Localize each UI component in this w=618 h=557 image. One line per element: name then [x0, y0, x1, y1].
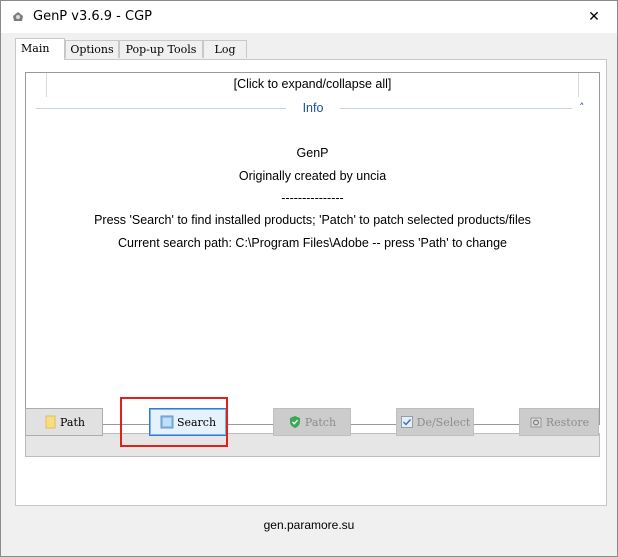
tab-popup-tools-label: Pop-up Tools [125, 43, 197, 56]
restore-button-label: Restore [545, 415, 590, 429]
info-line-credit: Originally created by uncia [238, 169, 387, 183]
close-button[interactable]: ✕ [571, 1, 617, 33]
title-bar[interactable]: GenP v3.6.9 - CGP ✕ [1, 1, 617, 33]
info-line-instructions: Press 'Search' to find installed product… [94, 213, 531, 227]
search-highlight-annotation [120, 397, 228, 447]
info-divider-right [340, 108, 572, 109]
path-button[interactable]: Path [25, 408, 103, 436]
tab-main[interactable]: Main [15, 38, 65, 60]
tab-strip: Main Options Pop-up Tools Log [15, 38, 605, 60]
tab-main-label: Main [21, 42, 50, 55]
progress-bar [25, 433, 600, 457]
close-icon: ✕ [588, 9, 600, 25]
deselect-button-label: De/Select [416, 415, 471, 429]
info-section-header[interactable]: Info [288, 101, 338, 115]
shield-check-icon [289, 416, 300, 428]
file-icon [45, 415, 56, 429]
info-line-separator: --------------- [281, 191, 344, 205]
patch-button-label: Patch [304, 415, 337, 429]
tab-popup-tools[interactable]: Pop-up Tools [119, 40, 203, 58]
info-tree-view[interactable]: [Click to expand/collapse all] Info ˄ Ge… [25, 72, 600, 425]
deselect-button[interactable]: De/Select [396, 408, 474, 436]
tab-log[interactable]: Log [203, 40, 247, 58]
main-tab-panel: [Click to expand/collapse all] Info ˄ Ge… [15, 59, 607, 506]
path-button-label: Path [60, 415, 85, 429]
info-divider-left [36, 108, 286, 109]
restore-button[interactable]: Restore [519, 408, 599, 436]
window-title: GenP v3.6.9 - CGP [33, 9, 152, 24]
tab-options[interactable]: Options [65, 40, 119, 58]
checkbox-icon [400, 416, 413, 428]
restore-icon [530, 417, 542, 428]
patch-button[interactable]: Patch [273, 408, 351, 436]
expand-collapse-all-link[interactable]: [Click to expand/collapse all] [26, 77, 599, 91]
app-icon [13, 12, 23, 21]
info-line-title: GenP [296, 146, 329, 160]
footer-website-link[interactable]: gen.paramore.su [1, 518, 617, 532]
info-line-search-path: Current search path: C:\Program Files\Ad… [118, 236, 507, 250]
app-window: GenP v3.6.9 - CGP ✕ Main Options Pop-up … [0, 0, 618, 557]
tab-options-label: Options [70, 43, 114, 56]
tab-log-label: Log [214, 43, 236, 56]
chevron-up-icon[interactable]: ˄ [579, 101, 585, 114]
